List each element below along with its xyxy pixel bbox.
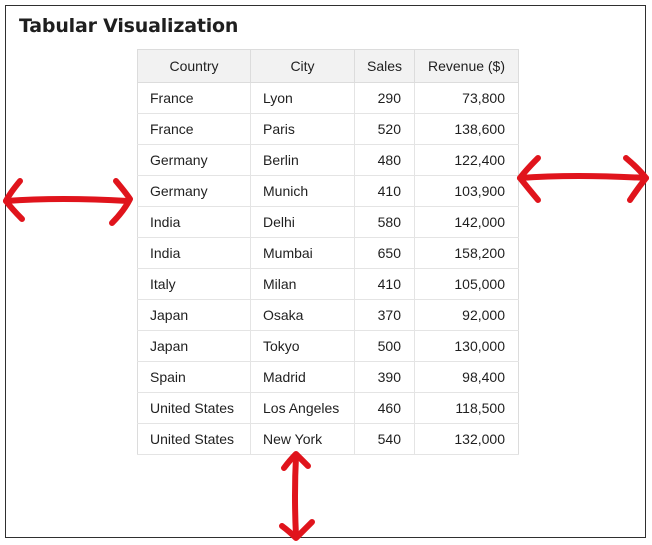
column-header-revenue[interactable]: Revenue ($) — [414, 49, 519, 83]
cell-sales: 370 — [354, 299, 415, 331]
cell-city: Munich — [250, 175, 355, 207]
cell-revenue: 132,000 — [414, 423, 519, 455]
cell-sales: 410 — [354, 268, 415, 300]
data-table: Country City Sales Revenue ($) France Lyo… — [137, 49, 519, 455]
cell-revenue: 138,600 — [414, 113, 519, 145]
cell-revenue: 122,400 — [414, 144, 519, 176]
cell-country: Italy — [137, 268, 251, 300]
cell-city: Paris — [250, 113, 355, 145]
horizontal-resize-arrow-right-icon — [517, 155, 649, 203]
cell-country: Germany — [137, 144, 251, 176]
table-row[interactable]: France Lyon 290 73,800 — [137, 82, 519, 114]
column-header-country[interactable]: Country — [137, 49, 251, 83]
table-row[interactable]: India Delhi 580 142,000 — [137, 206, 519, 238]
cell-sales: 650 — [354, 237, 415, 269]
column-header-sales[interactable]: Sales — [354, 49, 415, 83]
table-row[interactable]: Italy Milan 410 105,000 — [137, 268, 519, 300]
cell-country: India — [137, 206, 251, 238]
table-header-row: Country City Sales Revenue ($) — [137, 49, 519, 83]
cell-country: United States — [137, 392, 251, 424]
cell-city: Milan — [250, 268, 355, 300]
cell-city: Delhi — [250, 206, 355, 238]
cell-country: Japan — [137, 330, 251, 362]
cell-sales: 480 — [354, 144, 415, 176]
cell-sales: 540 — [354, 423, 415, 455]
cell-city: Berlin — [250, 144, 355, 176]
cell-city: Madrid — [250, 361, 355, 393]
cell-sales: 290 — [354, 82, 415, 114]
cell-sales: 500 — [354, 330, 415, 362]
cell-city: Tokyo — [250, 330, 355, 362]
table-row[interactable]: United States Los Angeles 460 118,500 — [137, 392, 519, 424]
cell-city: Lyon — [250, 82, 355, 114]
table-row[interactable]: France Paris 520 138,600 — [137, 113, 519, 145]
cell-sales: 520 — [354, 113, 415, 145]
cell-city: Mumbai — [250, 237, 355, 269]
cell-revenue: 103,900 — [414, 175, 519, 207]
cell-revenue: 158,200 — [414, 237, 519, 269]
cell-revenue: 142,000 — [414, 206, 519, 238]
cell-country: France — [137, 113, 251, 145]
cell-revenue: 98,400 — [414, 361, 519, 393]
cell-sales: 410 — [354, 175, 415, 207]
table-row[interactable]: India Mumbai 650 158,200 — [137, 237, 519, 269]
horizontal-resize-arrow-left-icon — [3, 178, 133, 226]
cell-revenue: 73,800 — [414, 82, 519, 114]
table-row[interactable]: Japan Osaka 370 92,000 — [137, 299, 519, 331]
cell-revenue: 105,000 — [414, 268, 519, 300]
cell-country: India — [137, 237, 251, 269]
cell-country: Germany — [137, 175, 251, 207]
cell-country: France — [137, 82, 251, 114]
vertical-resize-arrow-icon — [279, 451, 315, 541]
table-row[interactable]: Germany Munich 410 103,900 — [137, 175, 519, 207]
table-row[interactable]: Spain Madrid 390 98,400 — [137, 361, 519, 393]
table-row[interactable]: Germany Berlin 480 122,400 — [137, 144, 519, 176]
table-row[interactable]: United States New York 540 132,000 — [137, 423, 519, 455]
cell-country: Spain — [137, 361, 251, 393]
column-header-city[interactable]: City — [250, 49, 355, 83]
cell-sales: 580 — [354, 206, 415, 238]
table-row[interactable]: Japan Tokyo 500 130,000 — [137, 330, 519, 362]
cell-city: Osaka — [250, 299, 355, 331]
cell-country: Japan — [137, 299, 251, 331]
cell-country: United States — [137, 423, 251, 455]
cell-revenue: 130,000 — [414, 330, 519, 362]
cell-city: Los Angeles — [250, 392, 355, 424]
cell-sales: 390 — [354, 361, 415, 393]
cell-revenue: 92,000 — [414, 299, 519, 331]
cell-revenue: 118,500 — [414, 392, 519, 424]
cell-sales: 460 — [354, 392, 415, 424]
page-title: Tabular Visualization — [19, 15, 239, 37]
